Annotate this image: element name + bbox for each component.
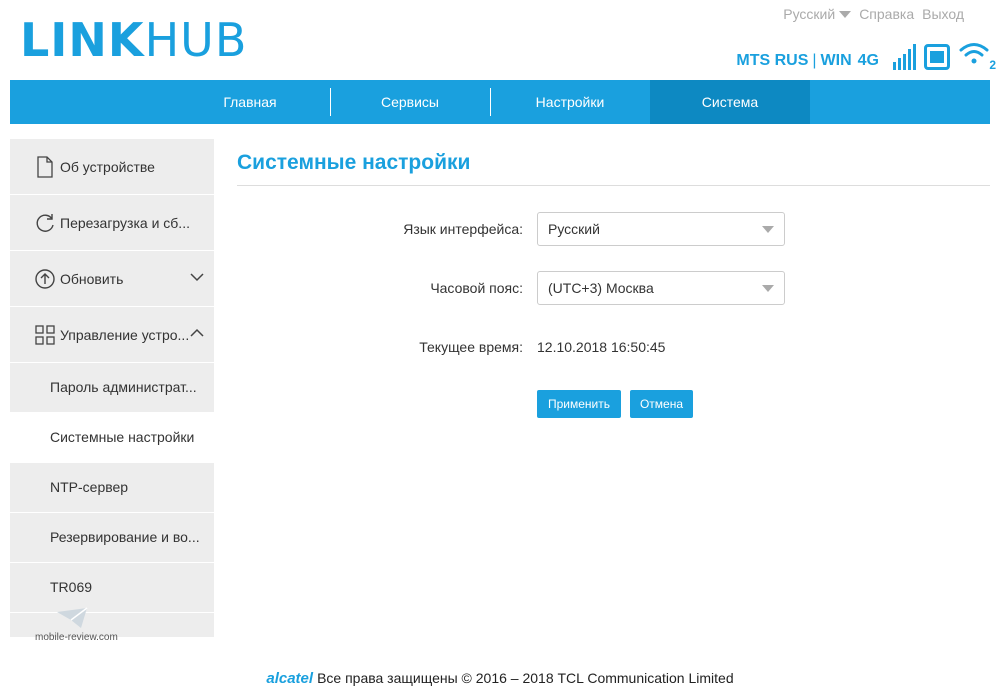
watermark-bird-icon (57, 607, 88, 628)
operator-separator: | (812, 52, 817, 69)
operator-info: MTS RUS | WIN 4G (736, 52, 879, 70)
tab-services[interactable]: Сервисы (330, 80, 490, 124)
sidebar-item-label: Об устройстве (60, 158, 155, 175)
language-select[interactable]: Русский (783, 6, 852, 22)
cancel-button[interactable]: Отмена (630, 390, 693, 418)
sidebar-item-reboot[interactable]: Перезагрузка и сб... (10, 195, 214, 251)
sidebar-subitem-admin-password[interactable]: Пароль администрат... (10, 363, 214, 413)
timezone-select-value: (UTC+3) Москва (548, 280, 654, 296)
operator-name: MTS RUS (736, 52, 809, 69)
alcatel-logo: alcatel (266, 670, 314, 687)
grid-icon (34, 324, 56, 346)
apply-button[interactable]: Применить (537, 390, 621, 418)
main-nav: Главная Сервисы Настройки Система (10, 80, 990, 124)
sidebar-item-label: Обновить (60, 270, 124, 287)
refresh-icon (34, 212, 56, 234)
win-label: WIN (820, 52, 852, 69)
page-title: Системные настройки (237, 139, 990, 186)
watermark: mobile-review.com (35, 606, 118, 646)
upload-icon (34, 268, 56, 290)
sidebar-item-device-management[interactable]: Управление устро... (10, 307, 214, 363)
wifi-client-count: 2 (989, 58, 996, 72)
document-icon (34, 155, 56, 178)
sidebar-subitem-system-settings[interactable]: Системные настройки (10, 413, 214, 463)
tab-home[interactable]: Главная (170, 80, 330, 124)
logo-light: HUB (144, 13, 248, 67)
current-time-value: 12.10.2018 16:50:45 (537, 339, 666, 355)
sidebar-item-update[interactable]: Обновить (10, 251, 214, 307)
wifi-icon: 2 (958, 40, 996, 72)
timezone-select-field[interactable]: (UTC+3) Москва (537, 271, 785, 305)
language-select-field[interactable]: Русский (537, 212, 785, 246)
ethernet-icon (924, 44, 950, 70)
linkhub-logo: LINKHUB (20, 14, 247, 66)
sidebar-item-label: Управление устро... (60, 326, 190, 343)
main-content: Системные настройки Язык интерфейса: Рус… (237, 139, 990, 418)
timezone-row: Часовой пояс: (UTC+3) Москва (237, 271, 990, 305)
time-row: Текущее время: 12.10.2018 16:50:45 (237, 338, 990, 358)
network-type: 4G (857, 52, 879, 69)
language-field-label: Язык интерфейса: (403, 221, 523, 237)
footer: alcatel Все права защищены © 2016 – 2018 … (0, 670, 1000, 687)
dropdown-arrow-icon (762, 285, 774, 292)
help-link[interactable]: Справка (859, 6, 914, 22)
top-links: Русский Справка Выход (783, 6, 964, 22)
dropdown-arrow-icon (762, 226, 774, 233)
logo-bold: LINK (20, 13, 145, 67)
signal-strength-icon (893, 44, 916, 70)
status-bar: MTS RUS | WIN 4G 2 (736, 40, 996, 72)
sidebar: Об устройстве Перезагрузка и сб... Обнов… (10, 139, 214, 637)
language-select-value: Русский (548, 221, 600, 237)
logout-link[interactable]: Выход (922, 6, 964, 22)
timezone-field-label: Часовой пояс: (430, 280, 523, 296)
chevron-up-icon (190, 325, 204, 341)
sidebar-subitem-backup[interactable]: Резервирование и во... (10, 513, 214, 563)
language-row: Язык интерфейса: Русский (237, 212, 990, 246)
caret-down-icon (839, 10, 852, 18)
copyright-text: Все права защищены © 2016 – 2018 TCL Com… (317, 670, 734, 686)
watermark-text: mobile-review.com (35, 632, 118, 643)
time-field-label: Текущее время: (419, 339, 523, 355)
chevron-down-icon (190, 269, 204, 285)
sidebar-subitem-ntp-server[interactable]: NTP-сервер (10, 463, 214, 513)
language-label: Русский (783, 6, 836, 22)
tab-settings[interactable]: Настройки (490, 80, 650, 124)
sidebar-item-label: Перезагрузка и сб... (60, 214, 190, 231)
tab-system[interactable]: Система (650, 80, 810, 124)
sidebar-item-about[interactable]: Об устройстве (10, 139, 214, 195)
